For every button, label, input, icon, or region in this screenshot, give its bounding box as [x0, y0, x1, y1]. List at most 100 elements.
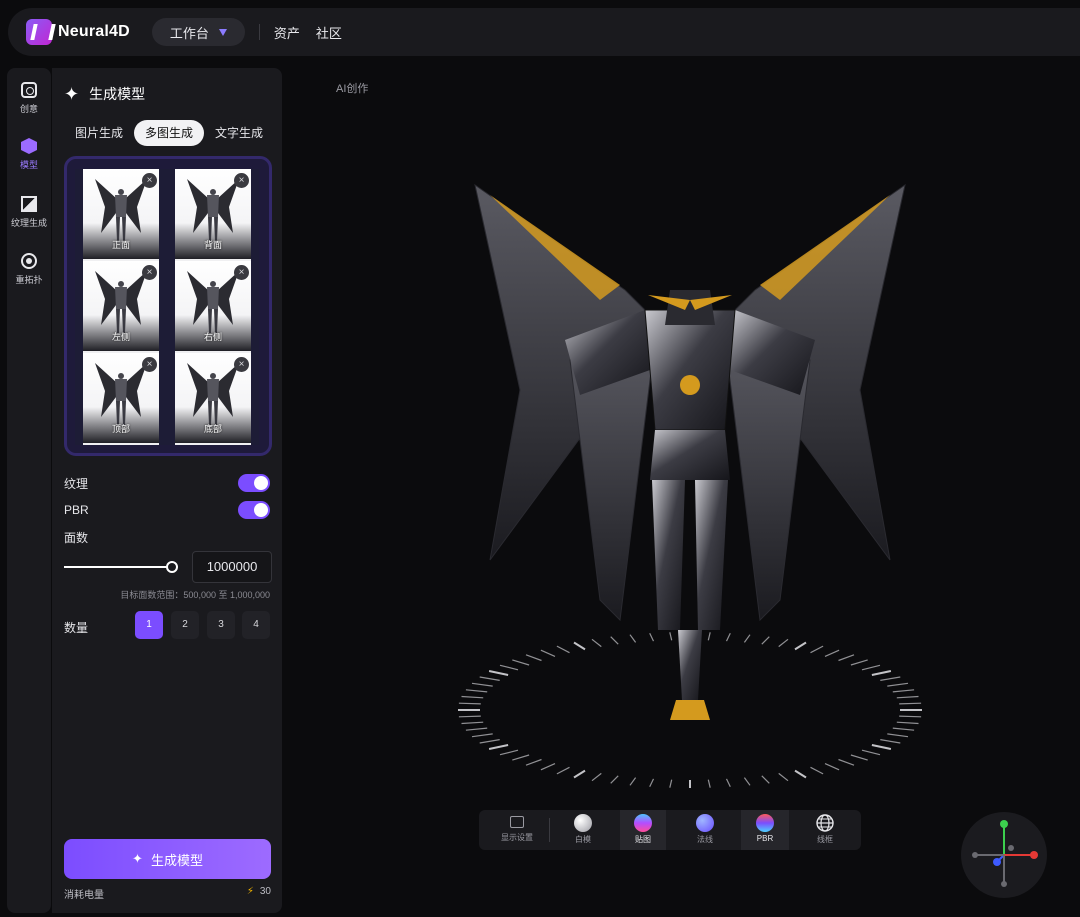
z-axis-handle[interactable]: [993, 858, 1001, 866]
lightning-icon: ⚡: [246, 886, 254, 897]
ring-tick: [649, 632, 655, 642]
rail-label-retopology: 重拓扑: [15, 275, 43, 285]
cost-label: 消耗电量: [64, 890, 104, 901]
nav-community[interactable]: 社区: [316, 23, 342, 42]
ring-tick: [880, 739, 901, 744]
ring-tick: [525, 654, 542, 662]
ring-tick: [629, 634, 637, 643]
nav-divider: [258, 24, 260, 40]
texture-icon: [21, 196, 37, 212]
white-model-button[interactable]: 白模: [561, 810, 605, 850]
wireframe-button[interactable]: 线框: [803, 810, 847, 850]
cost-value: 30: [259, 886, 271, 897]
texture-map-button[interactable]: 贴图: [620, 810, 666, 850]
view-slot-front[interactable]: 正面 ×: [83, 169, 159, 259]
quantity-option-3[interactable]: 3: [207, 611, 235, 639]
ring-tick: [556, 766, 570, 775]
quantity-option-4[interactable]: 4: [242, 611, 270, 639]
nav-assets[interactable]: 资产: [274, 23, 300, 42]
ring-tick: [824, 763, 840, 771]
ring-tick: [479, 739, 500, 744]
remove-view-icon[interactable]: ×: [142, 173, 157, 188]
tab-text[interactable]: 文字生成: [204, 120, 274, 146]
display-settings-button[interactable]: 显示设置: [487, 810, 547, 850]
ring-tick: [610, 636, 619, 645]
ring-tick: [899, 702, 922, 705]
create-icon: [21, 82, 37, 98]
ring-tick: [794, 769, 807, 779]
quantity-option-1[interactable]: 1: [135, 611, 163, 639]
remove-view-icon[interactable]: ×: [142, 357, 157, 372]
view-slot-back[interactable]: 背面 ×: [175, 169, 251, 259]
view-thumbnail: [95, 179, 147, 241]
faces-slider[interactable]: [64, 558, 178, 578]
remove-view-icon[interactable]: ×: [234, 173, 249, 188]
ring-tick: [499, 749, 519, 756]
faces-input[interactable]: 1000000: [192, 551, 272, 583]
normal-map-button[interactable]: 法线: [683, 810, 727, 850]
quantity-label: 数量: [64, 621, 89, 635]
ring-tick: [810, 645, 824, 654]
top-bar: Neural4D 工作台 资产 社区: [8, 8, 1080, 56]
view-label: 正面: [111, 240, 130, 250]
ring-tick: [465, 689, 488, 693]
ring-tick: [794, 641, 807, 651]
pbr-label: PBR: [64, 503, 89, 517]
x-axis-handle[interactable]: [1030, 851, 1038, 859]
remove-view-icon[interactable]: ×: [234, 265, 249, 280]
remove-view-icon[interactable]: ×: [234, 357, 249, 372]
ring-tick: [887, 682, 909, 687]
faces-row: 面数: [64, 529, 270, 546]
ring-tick: [573, 769, 586, 779]
view-slot-bottom[interactable]: 底部 ×: [175, 353, 251, 443]
ring-tick: [512, 754, 530, 761]
ring-tick: [725, 632, 731, 642]
view-label: 右侧: [203, 332, 222, 342]
ring-tick: [707, 632, 711, 641]
view-slot-right[interactable]: 右侧 ×: [175, 261, 251, 351]
texture-toggle[interactable]: [238, 474, 270, 492]
ring-tick: [591, 772, 602, 782]
sparkle-icon: ✦: [132, 851, 143, 866]
ring-tick: [880, 676, 901, 681]
toolbar-label: 白模: [575, 835, 591, 844]
workspace-dropdown[interactable]: 工作台: [151, 18, 245, 46]
ring-tick: [540, 763, 556, 771]
rail-item-create[interactable]: 创意: [7, 82, 51, 115]
rail-item-retopology[interactable]: 重拓扑: [7, 253, 51, 286]
axis-gizmo[interactable]: [961, 812, 1047, 898]
pbr-toggle[interactable]: [238, 501, 270, 519]
generate-model-button[interactable]: ✦ 生成模型: [64, 839, 271, 879]
sparkle-icon: ✦: [64, 84, 80, 104]
faces-range-hint: 目标面数范围：500,000 至 1,000,000: [120, 590, 270, 600]
view-thumbnail: [95, 271, 147, 333]
tab-multi-image[interactable]: 多图生成: [134, 120, 204, 146]
ring-tick: [871, 744, 892, 750]
rail-item-texture[interactable]: 纹理生成: [7, 196, 51, 229]
view-slot-top[interactable]: 顶部 ×: [83, 353, 159, 443]
ring-tick: [810, 766, 824, 775]
multi-view-upload: 正面 × 背面 × 左侧 × 右侧 × 顶部 × 底部 ×: [64, 156, 272, 456]
texture-row: 纹理: [64, 474, 270, 492]
slider-thumb[interactable]: [166, 561, 178, 573]
cost-amount: ⚡ 30: [247, 886, 271, 901]
generate-panel: ✦ 生成模型 图片生成 多图生成 文字生成 正面 × 背面 × 左侧 × 右侧 × 顶部 × 底部 ×…: [52, 68, 282, 913]
mode-tabs: 图片生成 多图生成 文字生成: [64, 120, 274, 146]
ring-tick: [707, 779, 711, 788]
wireframe-icon: [816, 814, 834, 832]
ring-tick: [778, 638, 789, 648]
tab-image[interactable]: 图片生成: [64, 120, 134, 146]
ring-tick: [465, 727, 488, 731]
y-axis-handle[interactable]: [1000, 820, 1008, 828]
texture-label: 纹理: [64, 476, 89, 491]
faces-label: 面数: [64, 531, 89, 545]
ring-tick: [761, 775, 770, 784]
rail-item-model[interactable]: 模型: [7, 138, 51, 171]
remove-view-icon[interactable]: ×: [142, 265, 157, 280]
quantity-option-2[interactable]: 2: [171, 611, 199, 639]
model-viewport[interactable]: [430, 160, 950, 800]
view-slot-left[interactable]: 左侧 ×: [83, 261, 159, 351]
normal-map-icon: [696, 814, 714, 832]
brand-logo[interactable]: Neural4D: [26, 19, 130, 45]
pbr-button[interactable]: PBR: [741, 810, 789, 850]
